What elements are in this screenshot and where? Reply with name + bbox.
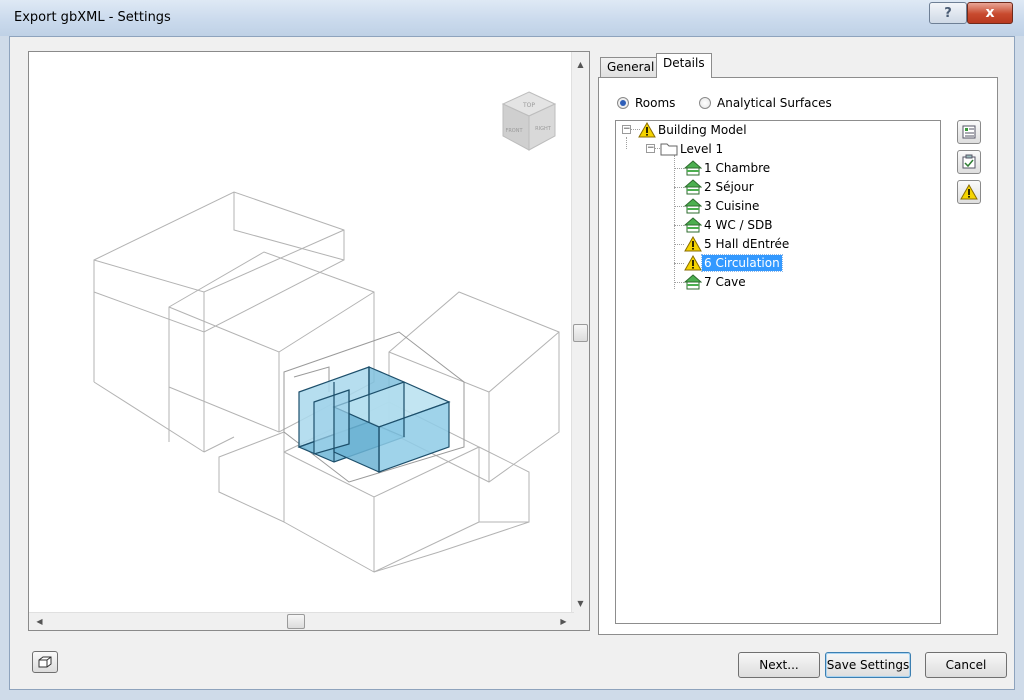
vertical-scrollbar[interactable]: ▲ ▼ <box>571 52 589 614</box>
room-icon <box>684 217 702 233</box>
warning-icon <box>684 255 702 271</box>
tree-line <box>626 137 627 149</box>
tree-line <box>674 225 684 226</box>
viewcube-right-label: RIGHT <box>535 126 552 132</box>
room-icon <box>684 198 702 214</box>
close-icon: x <box>985 5 995 21</box>
rooms-radio-label: Rooms <box>635 96 676 110</box>
warning-icon <box>638 122 656 138</box>
room-info-icon <box>962 125 976 139</box>
scroll-right-icon[interactable]: ▶ <box>555 613 572 630</box>
tree-node-level-1[interactable]: Level 1 <box>660 140 725 158</box>
tree-level-label: Level 1 <box>680 142 724 156</box>
properties-icon <box>962 154 976 169</box>
horizontal-scroll-thumb[interactable] <box>287 614 305 629</box>
tree-room-item[interactable]: 7 Cave <box>684 273 748 291</box>
scroll-left-icon[interactable]: ◀ <box>31 613 48 630</box>
tree-line <box>674 282 684 283</box>
tree-line <box>674 168 684 169</box>
tree-room-label: 4 WC / SDB <box>704 218 773 232</box>
tree-room-item[interactable]: 3 Cuisine <box>684 197 761 215</box>
tab-details[interactable]: Details <box>656 53 712 78</box>
3d-view-button[interactable] <box>32 651 58 673</box>
tree-room-item[interactable]: 4 WC / SDB <box>684 216 774 234</box>
room-info-button[interactable] <box>957 120 981 144</box>
tree-room-label: 5 Hall dEntrée <box>704 237 790 251</box>
save-settings-button[interactable]: Save Settings <box>825 652 911 678</box>
tree-line <box>674 244 684 245</box>
cancel-button[interactable]: Cancel <box>925 652 1007 678</box>
rooms-radio-button[interactable] <box>617 97 629 109</box>
building-wireframe <box>93 191 560 573</box>
tree-room-item[interactable]: 1 Chambre <box>684 159 772 177</box>
tree-room-label: 1 Chambre <box>704 161 771 175</box>
tree-line <box>674 263 684 264</box>
help-button[interactable]: ? <box>929 2 967 24</box>
vertical-scroll-thumb[interactable] <box>573 324 588 342</box>
scroll-corner <box>572 613 589 630</box>
tree-line <box>674 155 675 289</box>
next-button[interactable]: Next... <box>738 652 820 678</box>
tree-room-item[interactable]: 6 Circulation <box>684 254 783 272</box>
tab-general[interactable]: General <box>600 57 662 77</box>
analytical-radio-button[interactable] <box>699 97 711 109</box>
analytical-surfaces-radio[interactable]: Analytical Surfaces <box>699 96 832 110</box>
collapse-root-icon[interactable]: − <box>622 125 631 134</box>
tree-room-label: 7 Cave <box>704 275 746 289</box>
tree-room-item[interactable]: 2 Séjour <box>684 178 756 196</box>
model-viewport[interactable]: TOP FRONT RIGHT ▲ ▼ ◀ ▶ <box>28 51 590 631</box>
tree-root-label: Building Model <box>658 123 747 137</box>
folder-icon <box>660 143 678 156</box>
scroll-up-icon[interactable]: ▲ <box>572 56 589 73</box>
scroll-down-icon[interactable]: ▼ <box>572 595 589 612</box>
room-icon <box>684 160 702 176</box>
warning-icon <box>960 184 978 200</box>
3d-box-icon <box>38 656 52 668</box>
room-tree[interactable]: − Building Model − Level 1 1 Chambre 2 Sé… <box>615 120 941 624</box>
details-panel: Rooms Analytical Surfaces − Building Mod… <box>598 77 998 635</box>
analytical-radio-label: Analytical Surfaces <box>717 96 832 110</box>
warnings-button[interactable] <box>957 180 981 204</box>
room-icon <box>684 274 702 290</box>
close-button[interactable]: x <box>967 2 1013 24</box>
rooms-radio[interactable]: Rooms <box>617 96 675 110</box>
tree-room-label: 3 Cuisine <box>704 199 760 213</box>
room-icon <box>684 179 702 195</box>
horizontal-scrollbar[interactable]: ◀ ▶ <box>29 612 574 630</box>
tree-line <box>674 206 684 207</box>
title-bar: Export gbXML - Settings ? x <box>0 0 1024 36</box>
warning-icon <box>684 236 702 252</box>
dialog-body: TOP FRONT RIGHT ▲ ▼ ◀ ▶ General Details <box>9 36 1015 690</box>
window-title: Export gbXML - Settings <box>14 10 171 25</box>
tree-room-label: 2 Séjour <box>704 180 754 194</box>
tree-root-building-model[interactable]: Building Model <box>638 121 749 139</box>
view-cube[interactable]: TOP FRONT RIGHT <box>499 90 559 159</box>
collapse-level-icon[interactable]: − <box>646 144 655 153</box>
viewcube-top-label: TOP <box>522 102 535 109</box>
tree-room-item[interactable]: 5 Hall dEntrée <box>684 235 791 253</box>
tree-line <box>674 187 684 188</box>
help-icon: ? <box>944 5 952 21</box>
viewcube-front-label: FRONT <box>505 128 523 134</box>
properties-button[interactable] <box>957 150 981 174</box>
tree-room-label: 6 Circulation <box>701 254 783 272</box>
